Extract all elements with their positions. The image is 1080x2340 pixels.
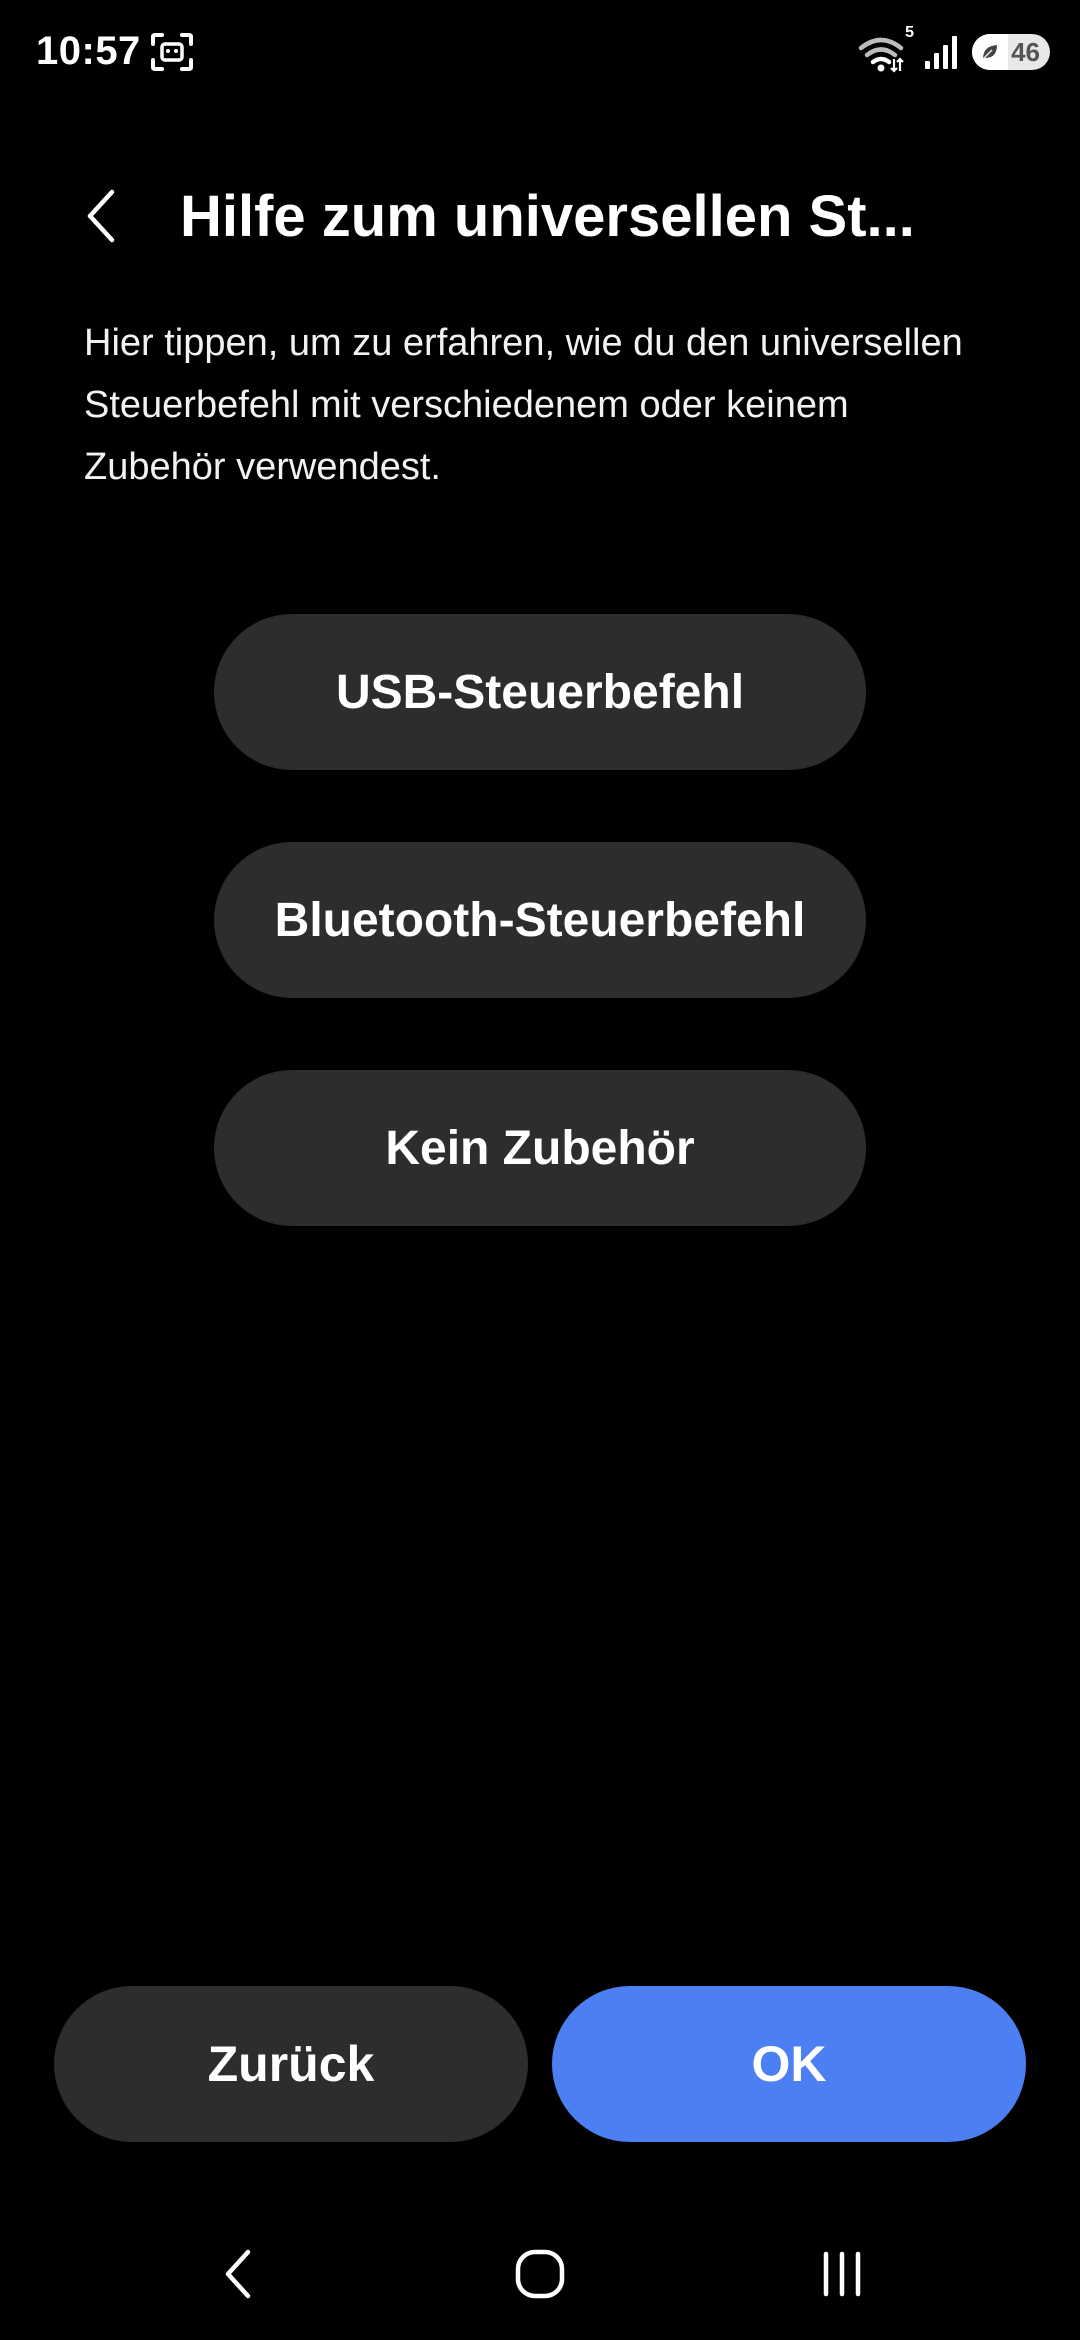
battery-level: 46 xyxy=(1011,37,1040,67)
nav-recents-icon[interactable] xyxy=(802,2234,882,2314)
power-saving-leaf-icon xyxy=(982,45,997,60)
bluetooth-controller-button[interactable]: Bluetooth-Steuerbefehl xyxy=(214,842,866,998)
no-accessory-button[interactable]: Kein Zubehör xyxy=(214,1070,866,1226)
chevron-left-icon[interactable] xyxy=(78,186,128,246)
battery-icon: 46 xyxy=(972,34,1050,70)
nav-home-icon[interactable] xyxy=(500,2234,580,2314)
status-bar: 10:57 5 46 xyxy=(0,0,1080,100)
nav-back-icon[interactable] xyxy=(198,2234,278,2314)
signal-icon xyxy=(925,36,957,69)
status-icons: 5 46 xyxy=(858,25,1050,76)
navigation-bar xyxy=(0,2200,1080,2340)
status-time: 10:57 xyxy=(36,29,141,73)
ok-button[interactable]: OK xyxy=(552,1986,1026,2142)
page-title: Hilfe zum universellen St... xyxy=(180,184,915,249)
back-button[interactable]: Zurück xyxy=(54,1986,528,2142)
help-description: Hier tippen, um zu erfahren, wie du den … xyxy=(84,322,963,488)
usb-controller-button[interactable]: USB-Steuerbefehl xyxy=(214,614,866,770)
wifi-icon: 5 xyxy=(858,25,914,73)
wifi-standard-badge: 5 xyxy=(905,24,914,41)
screenshot-icon xyxy=(150,32,194,72)
